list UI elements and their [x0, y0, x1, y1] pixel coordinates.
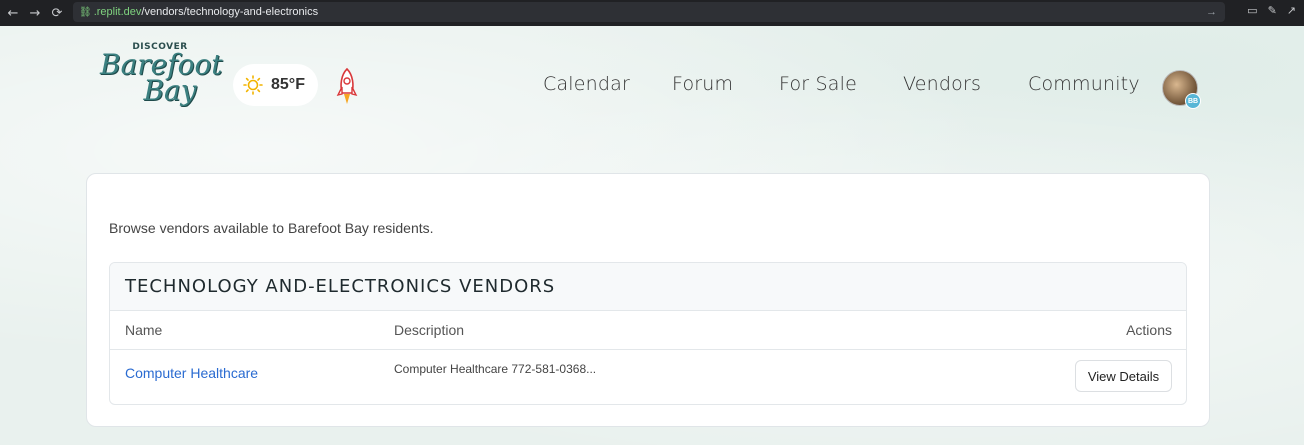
site-logo[interactable]: DISCOVER Barefoot Bay [100, 42, 223, 122]
nav-vendors[interactable]: Vendors [903, 73, 1028, 95]
nav-forum[interactable]: Forum [672, 73, 779, 95]
external-link-icon[interactable]: ↗ [1287, 4, 1296, 17]
vendor-description: Computer Healthcare 772-581-0368... [394, 362, 597, 376]
logo-line2: Bay [143, 74, 197, 107]
url-host: .replit.dev [93, 6, 142, 18]
column-header-name: Name [125, 322, 163, 338]
address-bar[interactable]: ⛓ .replit.dev /vendors/technology-and-el… [73, 2, 1225, 22]
link-icon: ⛓ [79, 6, 92, 18]
nav-for-sale[interactable]: For Sale [779, 73, 903, 95]
nav-community[interactable]: Community [1028, 73, 1140, 95]
table-title-row: TECHNOLOGY AND-ELECTRONICS VENDORS [110, 263, 1186, 311]
page: DISCOVER Barefoot Bay 85°F Calendar Foru… [0, 26, 1304, 445]
wrench-icon[interactable]: ✎ [1268, 4, 1277, 17]
rocket-icon[interactable] [335, 67, 359, 107]
column-header-description: Description [394, 322, 465, 338]
view-details-button[interactable]: View Details [1075, 360, 1172, 392]
reload-icon[interactable]: ⟳ [46, 2, 68, 24]
go-arrow-icon[interactable]: → [1206, 6, 1217, 18]
monitor-icon[interactable]: ▭ [1247, 4, 1257, 17]
user-avatar[interactable]: BB [1162, 70, 1201, 109]
vendor-name-link[interactable]: Computer Healthcare [125, 365, 258, 381]
forward-arrow-icon[interactable]: → [24, 2, 46, 24]
weather-widget[interactable]: 85°F [233, 64, 318, 106]
main-nav: Calendar Forum For Sale Vendors Communit… [543, 73, 1140, 95]
url-path: /vendors/technology-and-electronics [141, 6, 319, 18]
browser-toolbar: ← → ⟳ ⛓ .replit.dev /vendors/technology-… [0, 0, 1304, 26]
browser-tools: ▭ ✎ ↗ [1247, 4, 1296, 17]
column-header-actions: Actions [1126, 322, 1172, 338]
table-row: Computer Healthcare Computer Healthcare … [110, 350, 1186, 404]
vendors-card: Browse vendors available to Barefoot Bay… [86, 173, 1210, 427]
back-arrow-icon[interactable]: ← [2, 2, 24, 24]
nav-calendar[interactable]: Calendar [543, 73, 672, 95]
vendors-table: TECHNOLOGY AND-ELECTRONICS VENDORS Name … [109, 262, 1187, 405]
intro-text: Browse vendors available to Barefoot Bay… [109, 220, 434, 236]
table-header-row: Name Description Actions [110, 311, 1186, 350]
temperature: 85°F [271, 76, 305, 93]
sun-icon [243, 75, 263, 95]
avatar-initials: BB [1185, 93, 1201, 109]
table-title: TECHNOLOGY AND-ELECTRONICS VENDORS [125, 276, 556, 297]
